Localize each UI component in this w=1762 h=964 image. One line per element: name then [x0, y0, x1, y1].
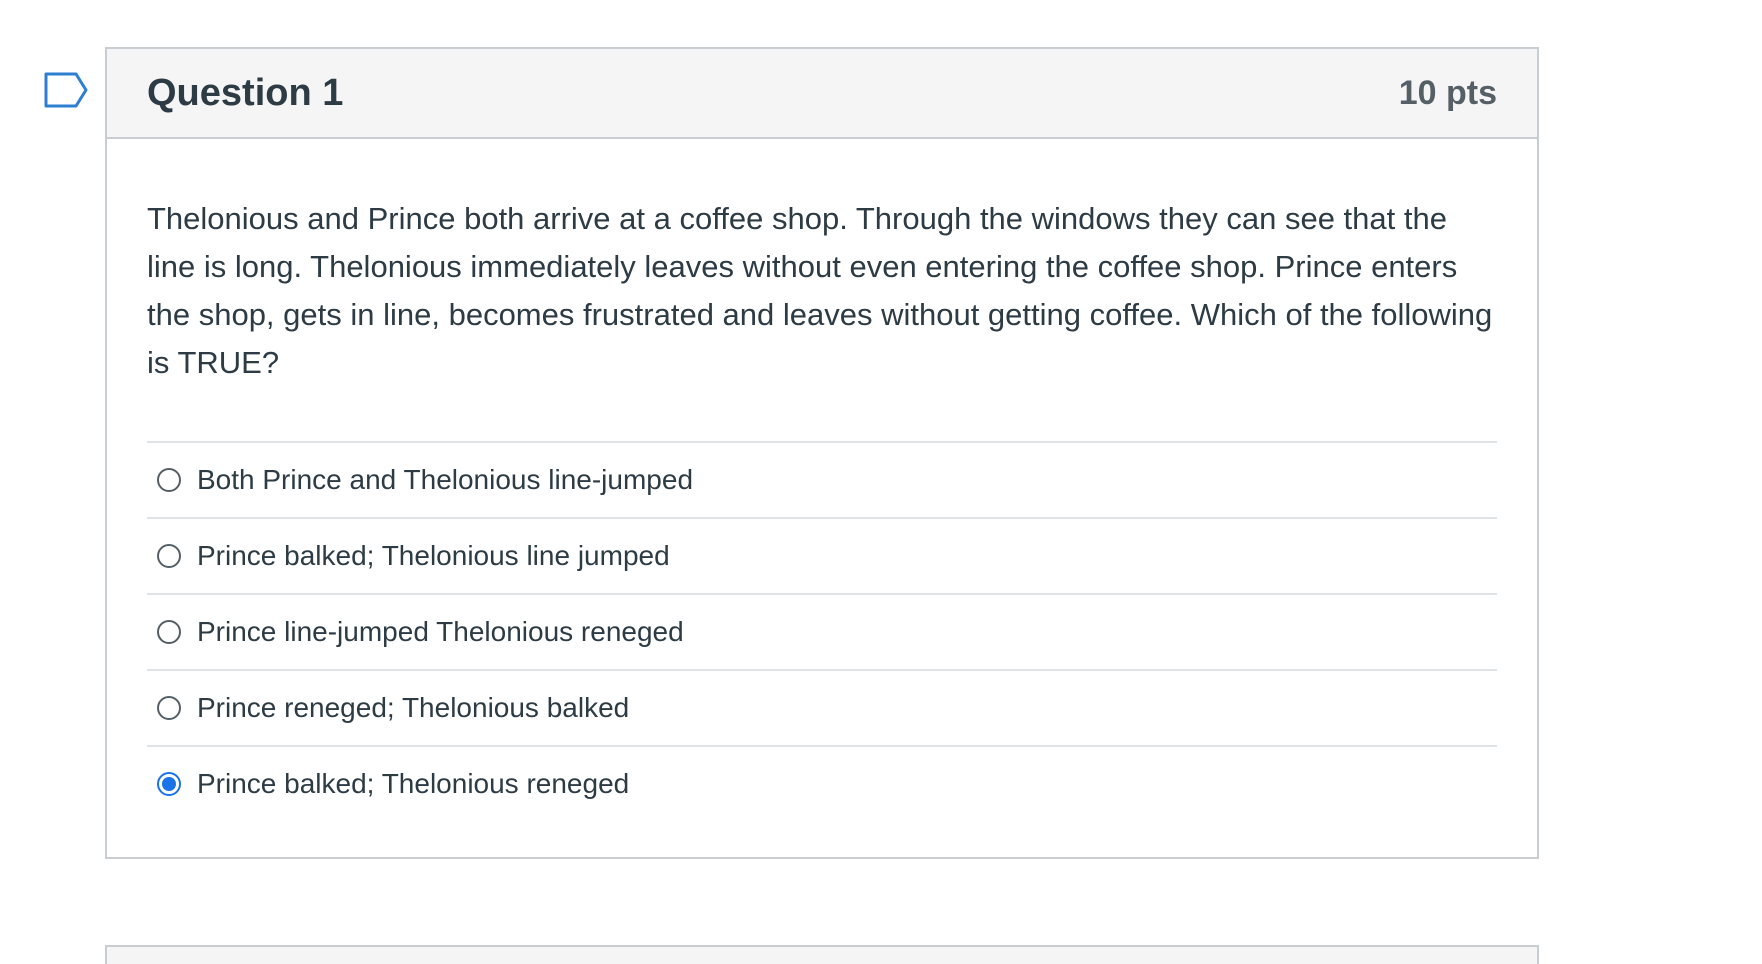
radio-button[interactable]: [157, 544, 181, 568]
question-body: Thelonious and Prince both arrive at a c…: [107, 139, 1537, 821]
question-header: Question 1 10 pts: [107, 49, 1537, 139]
answer-label[interactable]: Prince balked; Thelonious line jumped: [197, 540, 670, 572]
radio-button[interactable]: [157, 620, 181, 644]
question-title: Question 1: [147, 71, 344, 114]
answer-option[interactable]: Prince reneged; Thelonious balked: [147, 671, 1497, 747]
answer-label[interactable]: Both Prince and Thelonious line-jumped: [197, 464, 693, 496]
answer-option[interactable]: Prince balked; Thelonious line jumped: [147, 519, 1497, 595]
question-card: Question 1 10 pts Thelonious and Prince …: [105, 47, 1539, 859]
question-points: 10 pts: [1398, 73, 1497, 112]
answer-label[interactable]: Prince line-jumped Thelonious reneged: [197, 616, 684, 648]
radio-button[interactable]: [157, 468, 181, 492]
question-text: Thelonious and Prince both arrive at a c…: [147, 201, 1493, 380]
answer-option[interactable]: Prince line-jumped Thelonious reneged: [147, 595, 1497, 671]
answer-label[interactable]: Prince reneged; Thelonious balked: [197, 692, 629, 724]
quiz-page: Question 1 10 pts Thelonious and Prince …: [0, 0, 1762, 964]
next-question-card: [105, 945, 1539, 964]
answer-list: Both Prince and Thelonious line-jumped P…: [147, 441, 1497, 821]
answer-option[interactable]: Prince balked; Thelonious reneged: [147, 747, 1497, 821]
answer-option[interactable]: Both Prince and Thelonious line-jumped: [147, 443, 1497, 519]
answer-label[interactable]: Prince balked; Thelonious reneged: [197, 768, 629, 800]
radio-button[interactable]: [157, 696, 181, 720]
flag-question-icon[interactable]: [44, 72, 88, 108]
radio-button[interactable]: [157, 772, 181, 796]
